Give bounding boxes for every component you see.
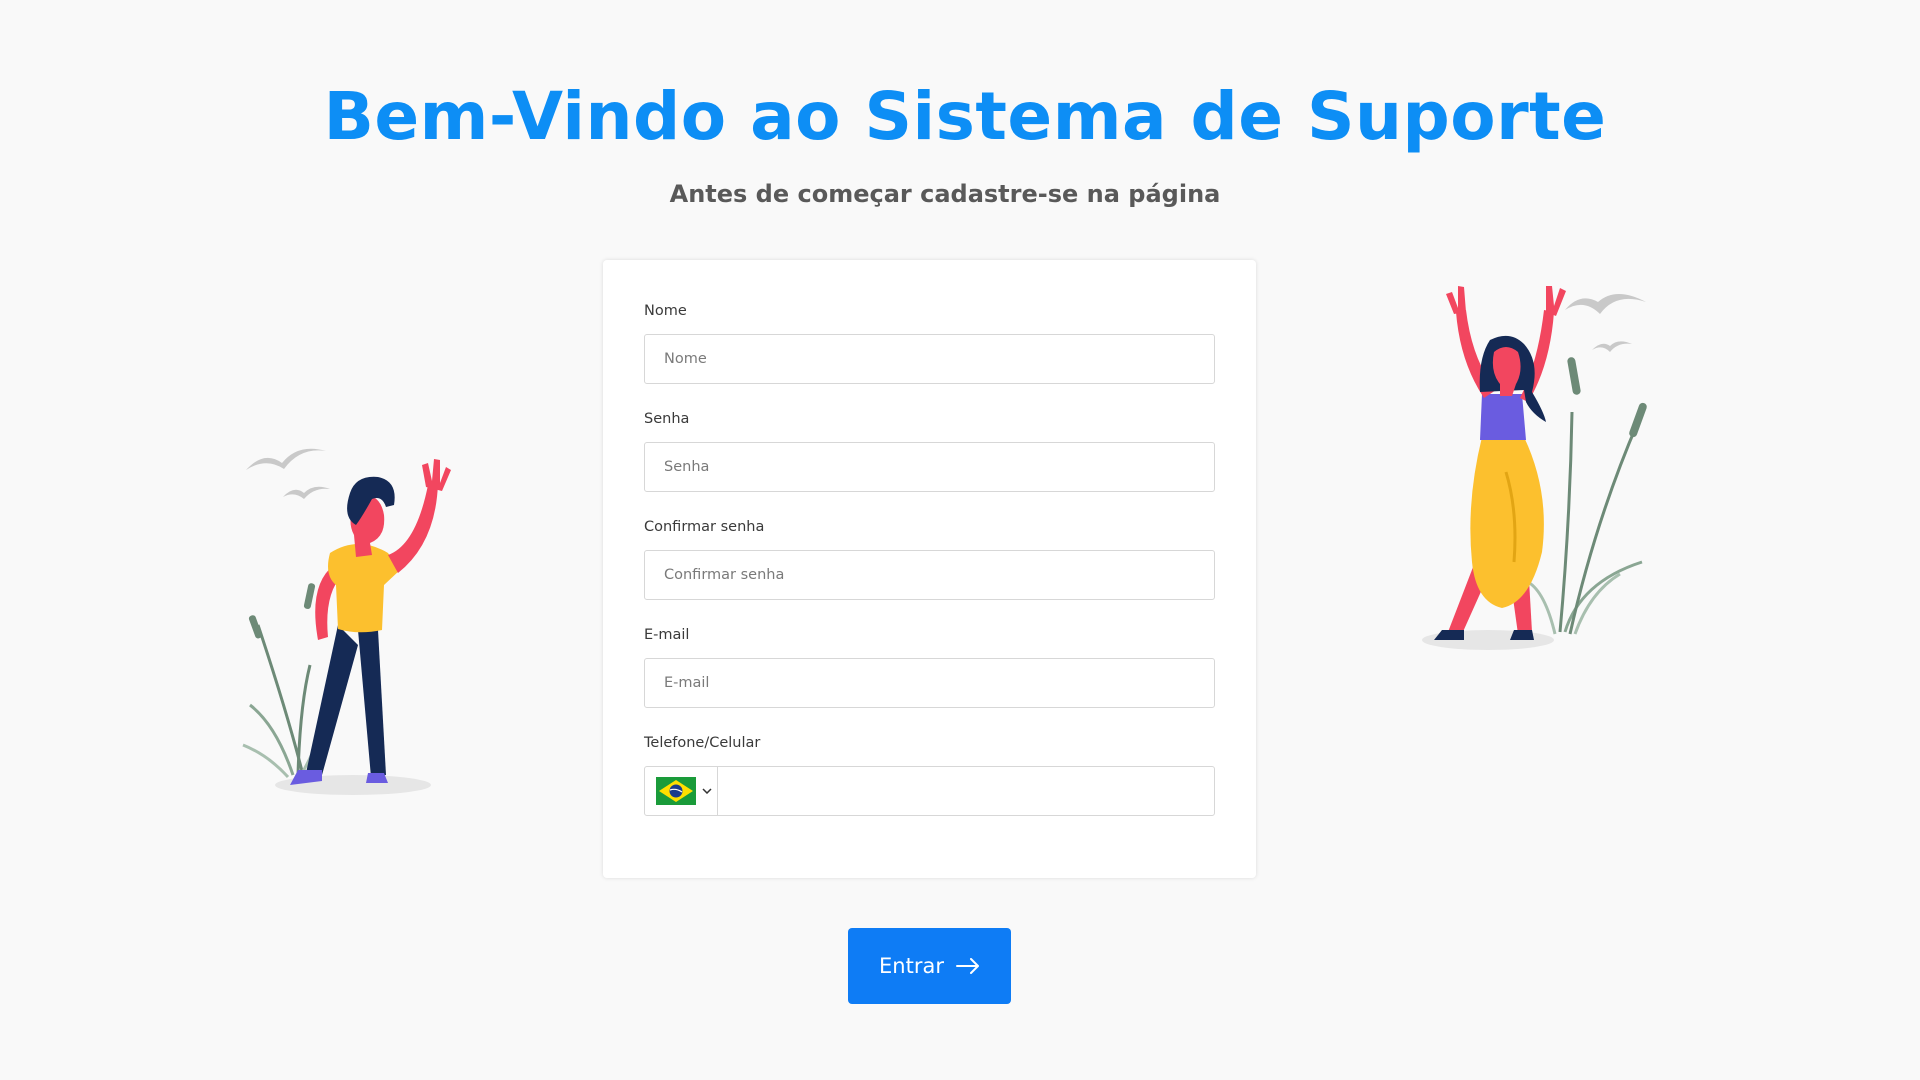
email-input[interactable]	[644, 658, 1215, 708]
confirmar-senha-field: Confirmar senha	[644, 516, 1215, 600]
nome-label: Nome	[644, 303, 687, 319]
telefone-field: Telefone/Celular	[644, 732, 1215, 816]
senha-field: Senha	[644, 408, 1215, 492]
country-code-select[interactable]	[645, 767, 718, 815]
phone-input-group	[644, 766, 1215, 816]
telefone-label: Telefone/Celular	[644, 735, 761, 751]
phone-input[interactable]	[718, 767, 1214, 815]
nome-field: Nome	[644, 300, 1215, 384]
nome-input[interactable]	[644, 334, 1215, 384]
entrar-button-label: Entrar	[879, 954, 944, 978]
entrar-button[interactable]: Entrar	[848, 928, 1011, 1004]
brazil-flag-icon	[656, 777, 696, 805]
senha-input[interactable]	[644, 442, 1215, 492]
email-label: E-mail	[644, 627, 690, 643]
senha-label: Senha	[644, 411, 690, 427]
chevron-down-icon	[702, 788, 712, 794]
page-subtitle: Antes de começar cadastre-se na página	[669, 180, 1221, 208]
man-waving-illustration	[242, 448, 451, 795]
page-title: Bem-Vindo ao Sistema de Suporte	[323, 78, 1607, 155]
confirmar-senha-label: Confirmar senha	[644, 519, 765, 535]
woman-celebrating-illustration	[1422, 286, 1647, 650]
signup-form-card: Nome Senha Confirmar senha E-mail Telefo…	[603, 260, 1256, 878]
signup-page: Bem-Vindo ao Sistema de Suporte Antes de…	[0, 0, 1920, 1080]
arrow-right-icon	[955, 958, 979, 974]
email-field: E-mail	[644, 624, 1215, 708]
confirmar-senha-input[interactable]	[644, 550, 1215, 600]
